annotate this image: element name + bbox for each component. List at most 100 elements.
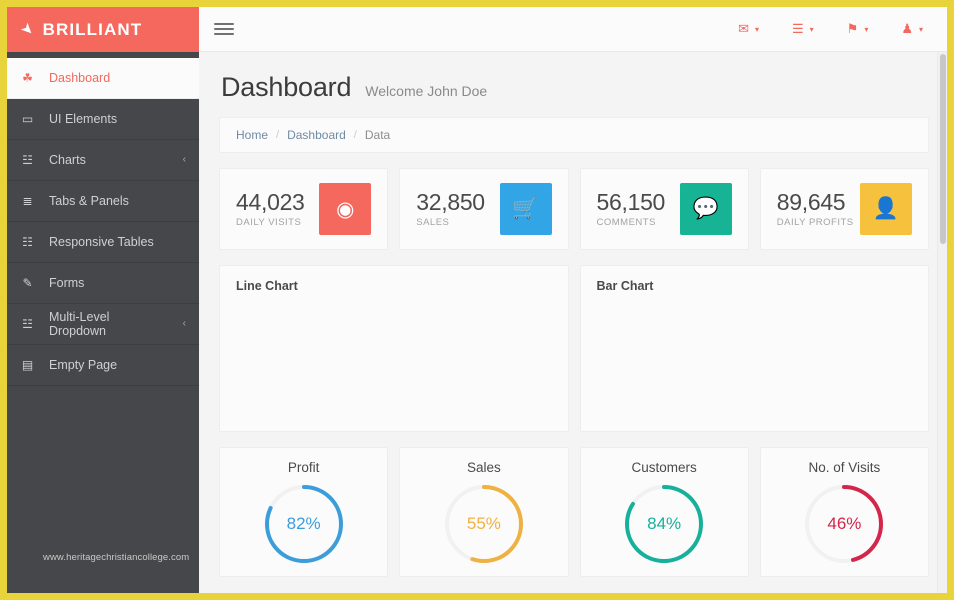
stat-text: 89,645 DAILY PROFITS <box>776 188 854 229</box>
stat-value: 89,645 <box>776 188 846 215</box>
breadcrumb-item-home[interactable]: Home <box>236 128 268 142</box>
sidebar-item-dashboard[interactable]: ☘ Dashboard <box>7 58 199 99</box>
stat-label: SALES <box>416 217 450 229</box>
sidebar-item-responsive-tables[interactable]: ☷ Responsive Tables <box>7 222 199 263</box>
sitemap-icon: ☳ <box>22 317 33 331</box>
stat-card-daily-profits[interactable]: 89,645 DAILY PROFITS 👤 <box>759 168 929 250</box>
sidebar-item-label: Empty Page <box>49 358 118 372</box>
gauge-title: Sales <box>466 460 501 475</box>
stat-text: 44,023 DAILY VISITS <box>236 188 305 229</box>
chevron-left-icon: ‹ <box>182 154 186 165</box>
gauge-card-customers: Customers 84% <box>579 447 749 577</box>
mail-icon: ✉ <box>738 21 749 36</box>
gauge-card-col: Sales 55% <box>399 447 569 577</box>
panel-title: Bar Chart <box>596 279 654 293</box>
stat-card-daily-visits[interactable]: 44,023 DAILY VISITS ◉ <box>219 168 389 250</box>
sidebar-item-label: Responsive Tables <box>49 235 154 249</box>
sidebar-item-charts[interactable]: ☳ Charts ‹ <box>7 140 199 181</box>
stat-value: 32,850 <box>416 188 485 215</box>
breadcrumb-separator: / <box>353 129 357 141</box>
stats-row: 44,023 DAILY VISITS ◉ 32,850 SALES 🛒 56,150 COM… <box>219 168 929 250</box>
stat-text: 32,850 SALES <box>416 188 485 229</box>
stat-label: DAILY VISITS <box>236 217 302 229</box>
watermark-text: www.heritagechristiancollege.com <box>43 552 190 563</box>
panel-title: Line Chart <box>236 279 298 293</box>
breadcrumb-item-data: Data <box>364 128 391 142</box>
notifications-dropdown[interactable]: ⚑ ▾ <box>847 21 869 37</box>
breadcrumb-item-dashboard[interactable]: Dashboard <box>287 128 346 142</box>
gauge-ring: 55% <box>441 481 527 567</box>
tasks-icon: ☰ <box>791 21 804 36</box>
gauge-title: Profit <box>287 460 320 475</box>
table-icon: ☷ <box>22 235 33 249</box>
panels-icon: ≣ <box>22 194 33 208</box>
messages-dropdown[interactable]: ✉ ▾ <box>738 21 759 37</box>
panel-body <box>581 293 929 413</box>
stat-card-col: 32,850 SALES 🛒 <box>399 168 569 250</box>
stat-card-col: 56,150 COMMENTS 💬 <box>579 168 749 250</box>
hamburger-icon[interactable] <box>211 16 237 42</box>
sidebar-item-label: Forms <box>49 276 85 290</box>
tasks-dropdown[interactable]: ☰ ▾ <box>792 21 814 37</box>
stat-value: 44,023 <box>236 188 305 215</box>
topbar-actions: ✉ ▾ ☰ ▾ ⚑ ▾ ♟ ▾ <box>738 21 937 37</box>
stat-card-comments[interactable]: 56,150 COMMENTS 💬 <box>579 168 749 250</box>
stat-card-col: 44,023 DAILY VISITS ◉ <box>219 168 389 250</box>
main-area: ✉ ▾ ☰ ▾ ⚑ ▾ ♟ ▾ Dashboard Welcome John Doe Home… <box>199 7 947 593</box>
form-edit-icon: ✎ <box>22 276 33 290</box>
gauge-card-col: Customers 84% <box>579 447 749 577</box>
charts-row: Line Chart Bar Chart <box>219 265 929 432</box>
account-dropdown[interactable]: ♟ ▾ <box>901 21 923 37</box>
chevron-down-icon: ▾ <box>864 24 869 34</box>
bell-icon: ⚑ <box>846 21 859 36</box>
sidebar-item-ui-elements[interactable]: ▭ UI Elements <box>7 99 199 140</box>
gauge-ring: 82% <box>261 481 347 567</box>
sidebar-item-multi-level-dropdown[interactable]: ☳ Multi-Level Dropdown ‹ <box>7 304 199 345</box>
monitor-icon: ▭ <box>21 112 34 126</box>
chat-icon: 💬 <box>679 183 732 235</box>
eye-icon: ◉ <box>319 183 372 235</box>
gauge-value: 84% <box>647 514 682 533</box>
sidebar-item-tabs-panels[interactable]: ≣ Tabs & Panels <box>7 181 199 222</box>
chevron-down-icon: ▾ <box>918 24 923 34</box>
sidebar-item-forms[interactable]: ✎ Forms <box>7 263 199 304</box>
screenshot-frame: ➤ BRILLIANT ☘ Dashboard ▭ UI Elements ☳ Chart… <box>0 0 954 600</box>
page-content: Dashboard Welcome John Doe Home / Dashboar… <box>199 52 947 593</box>
welcome-message: Welcome John Doe <box>365 83 488 99</box>
gauge-value: 55% <box>466 514 501 533</box>
gauge-value: 46% <box>827 514 862 533</box>
gauge-card-sales: Sales 55% <box>399 447 569 577</box>
gauge-ring: 46% <box>801 481 887 567</box>
admin-dashboard-app: ➤ BRILLIANT ☘ Dashboard ▭ UI Elements ☳ Chart… <box>7 7 947 593</box>
gauge-card-profit: Profit 82% <box>219 447 389 577</box>
page-header: Dashboard Welcome John Doe <box>219 52 929 117</box>
gauge-ring: 84% <box>621 481 707 567</box>
gauge-title: No. of Visits <box>808 460 881 475</box>
stat-text: 56,150 COMMENTS <box>596 188 666 228</box>
chart-icon: ☳ <box>22 153 33 167</box>
dashboard-icon: ☘ <box>22 71 33 85</box>
sidebar-item-empty-page[interactable]: ▤ Empty Page <box>7 345 199 386</box>
brand-logo[interactable]: ➤ BRILLIANT <box>7 7 199 52</box>
stat-value: 56,150 <box>596 188 666 215</box>
brand-name: BRILLIANT <box>42 19 143 39</box>
breadcrumb: Home / Dashboard / Data <box>219 117 929 153</box>
chevron-down-icon: ▾ <box>809 24 814 34</box>
gauge-card-col: Profit 82% <box>219 447 389 577</box>
stat-card-sales[interactable]: 32,850 SALES 🛒 <box>399 168 569 250</box>
stat-card-col: 89,645 DAILY PROFITS 👤 <box>759 168 929 250</box>
gauge-card-col: No. of Visits 46% <box>759 447 929 577</box>
chart-panel-col: Line Chart <box>219 265 569 432</box>
bar-chart-panel: Bar Chart <box>579 265 929 432</box>
panel-body <box>220 293 568 413</box>
gauge-title: Customers <box>631 460 697 475</box>
scrollbar-thumb[interactable] <box>940 54 946 244</box>
stat-label: DAILY PROFITS <box>776 217 854 229</box>
topbar: ✉ ▾ ☰ ▾ ⚑ ▾ ♟ ▾ <box>199 7 947 52</box>
vertical-scrollbar[interactable] <box>937 52 947 593</box>
airplane-icon: ➤ <box>16 19 38 40</box>
sidebar-item-label: Multi-Level Dropdown <box>49 310 110 338</box>
user-icon: ♟ <box>901 21 913 36</box>
chevron-down-icon: ▾ <box>754 24 759 34</box>
file-icon: ▤ <box>21 358 34 372</box>
